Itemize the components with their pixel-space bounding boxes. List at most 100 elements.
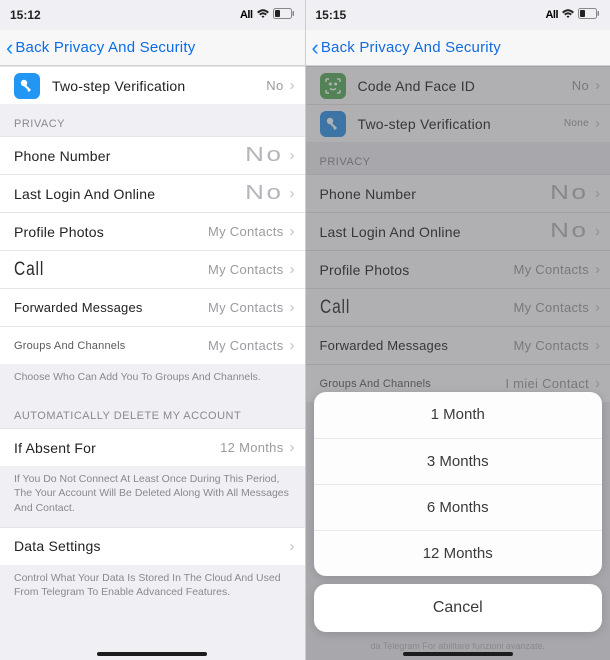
phone-label: Phone Number [14, 148, 254, 164]
footer-partial: da Telegram For abilitare funzioni avanz… [314, 640, 603, 652]
phone-label: Phone Number [320, 186, 560, 202]
chevron-right-icon: › [290, 538, 295, 555]
battery-icon [578, 8, 600, 22]
last-value: No [551, 220, 589, 243]
absent-footer: If You Do Not Connect At Least Once Duri… [0, 466, 305, 527]
call-label: Call [14, 259, 173, 281]
sheet-option-1month[interactable]: 1 Month [314, 392, 603, 438]
nav-header: ‹ Back Privacy And Security [0, 30, 305, 66]
status-time: 15:15 [316, 8, 347, 22]
photos-label: Profile Photos [320, 262, 514, 278]
two-step-value: No [266, 78, 283, 93]
chevron-right-icon: › [595, 261, 600, 278]
content: Two-step Verification No › Privacy Phone… [0, 66, 305, 660]
two-step-label: Two-step Verification [358, 116, 564, 132]
photos-value: My Contacts [208, 224, 284, 239]
privacy-section-header: Privacy [0, 104, 305, 136]
call-value: My Contacts [208, 262, 284, 277]
row-last-login[interactable]: Last Login And Online No › [306, 212, 610, 250]
key-icon [14, 73, 40, 99]
home-indicator[interactable] [97, 652, 207, 656]
back-button[interactable]: Back Privacy And Security [15, 39, 195, 56]
groups-label: Groups And Channels [320, 378, 506, 390]
status-right: All [545, 8, 600, 22]
content: Code And Face ID No › Two-step Verificat… [306, 66, 610, 660]
last-label: Last Login And Online [320, 224, 560, 240]
call-label: Call [320, 297, 479, 319]
sheet-options: 1 Month 3 Months 6 Months 12 Months [314, 392, 603, 576]
back-button[interactable]: Back Privacy And Security [321, 39, 501, 56]
row-two-step[interactable]: Two-step Verification No › [0, 66, 305, 104]
row-call[interactable]: Call My Contacts › [0, 250, 305, 288]
row-two-step[interactable]: Two-step Verification None › [306, 104, 610, 142]
wifi-icon [561, 9, 575, 22]
fwd-value: My Contacts [208, 300, 284, 315]
chevron-right-icon: › [290, 147, 295, 164]
chevron-right-icon: › [290, 439, 295, 456]
status-bar: 15:15 All [306, 0, 610, 30]
battery-icon [273, 8, 295, 22]
chevron-right-icon: › [290, 299, 295, 316]
chevron-right-icon: › [290, 77, 295, 94]
row-forwarded[interactable]: Forwarded Messages My Contacts › [306, 326, 610, 364]
nav-header: ‹ Back Privacy And Security [306, 30, 610, 66]
action-sheet: 1 Month 3 Months 6 Months 12 Months Canc… [314, 392, 603, 652]
photos-value: My Contacts [513, 262, 589, 277]
chevron-right-icon: › [595, 299, 600, 316]
data-label: Data Settings [14, 538, 290, 554]
home-indicator[interactable] [403, 652, 513, 656]
status-network: All [240, 9, 253, 21]
fwd-label: Forwarded Messages [320, 338, 514, 353]
chevron-right-icon: › [290, 223, 295, 240]
photos-label: Profile Photos [14, 224, 208, 240]
chevron-right-icon: › [595, 77, 600, 94]
phone-value: No [245, 144, 283, 167]
groups-value: I miei Contact [505, 376, 589, 391]
row-profile-photos[interactable]: Profile Photos My Contacts › [0, 212, 305, 250]
last-label: Last Login And Online [14, 186, 254, 202]
sheet-option-12months[interactable]: 12 Months [314, 530, 603, 576]
chevron-right-icon: › [290, 185, 295, 202]
privacy-section-header: Privacy [306, 142, 610, 174]
fwd-value: My Contacts [513, 338, 589, 353]
row-phone-number[interactable]: Phone Number No › [0, 136, 305, 174]
privacy-footer: Choose Who Can Add You To Groups And Cha… [0, 364, 305, 396]
row-last-login[interactable]: Last Login And Online No › [0, 174, 305, 212]
chevron-right-icon: › [290, 261, 295, 278]
row-groups[interactable]: Groups And Channels My Contacts › [0, 326, 305, 364]
key-icon [320, 111, 346, 137]
last-value: No [245, 182, 283, 205]
two-step-label: Two-step Verification [52, 78, 266, 94]
code-label: Code And Face ID [358, 78, 572, 94]
status-time: 15:12 [10, 8, 41, 22]
status-bar: 15:12 All [0, 0, 305, 30]
absent-label: If Absent For [14, 440, 220, 456]
auto-delete-header: Automatically Delete My Account [0, 396, 305, 428]
chevron-right-icon: › [595, 115, 600, 132]
chevron-right-icon: › [595, 375, 600, 392]
phone-right: 15:15 All ‹ Back Privacy And Security Co… [305, 0, 610, 660]
groups-label: Groups And Channels [14, 340, 208, 352]
row-phone-number[interactable]: Phone Number No › [306, 174, 610, 212]
data-footer: Control What Your Data Is Stored In The … [0, 565, 305, 611]
phone-left: 15:12 All ‹ Back Privacy And Security Tw… [0, 0, 305, 660]
chevron-right-icon: › [595, 223, 600, 240]
row-profile-photos[interactable]: Profile Photos My Contacts › [306, 250, 610, 288]
phone-value: No [551, 182, 589, 205]
fwd-label: Forwarded Messages [14, 300, 208, 315]
row-code-faceid[interactable]: Code And Face ID No › [306, 66, 610, 104]
row-call[interactable]: Call My Contacts › [306, 288, 610, 326]
code-value: No [572, 78, 589, 93]
back-chevron-icon[interactable]: ‹ [312, 35, 319, 61]
two-step-value: None [564, 118, 589, 129]
sheet-option-6months[interactable]: 6 Months [314, 484, 603, 530]
status-network: All [545, 9, 558, 21]
groups-value: My Contacts [208, 338, 284, 353]
sheet-option-3months[interactable]: 3 Months [314, 438, 603, 484]
row-absent-for[interactable]: If Absent For 12 Months › [0, 428, 305, 466]
cancel-button[interactable]: Cancel [314, 584, 603, 632]
row-data-settings[interactable]: Data Settings › [0, 527, 305, 565]
row-forwarded[interactable]: Forwarded Messages My Contacts › [0, 288, 305, 326]
faceid-icon [320, 73, 346, 99]
back-chevron-icon[interactable]: ‹ [6, 35, 13, 61]
